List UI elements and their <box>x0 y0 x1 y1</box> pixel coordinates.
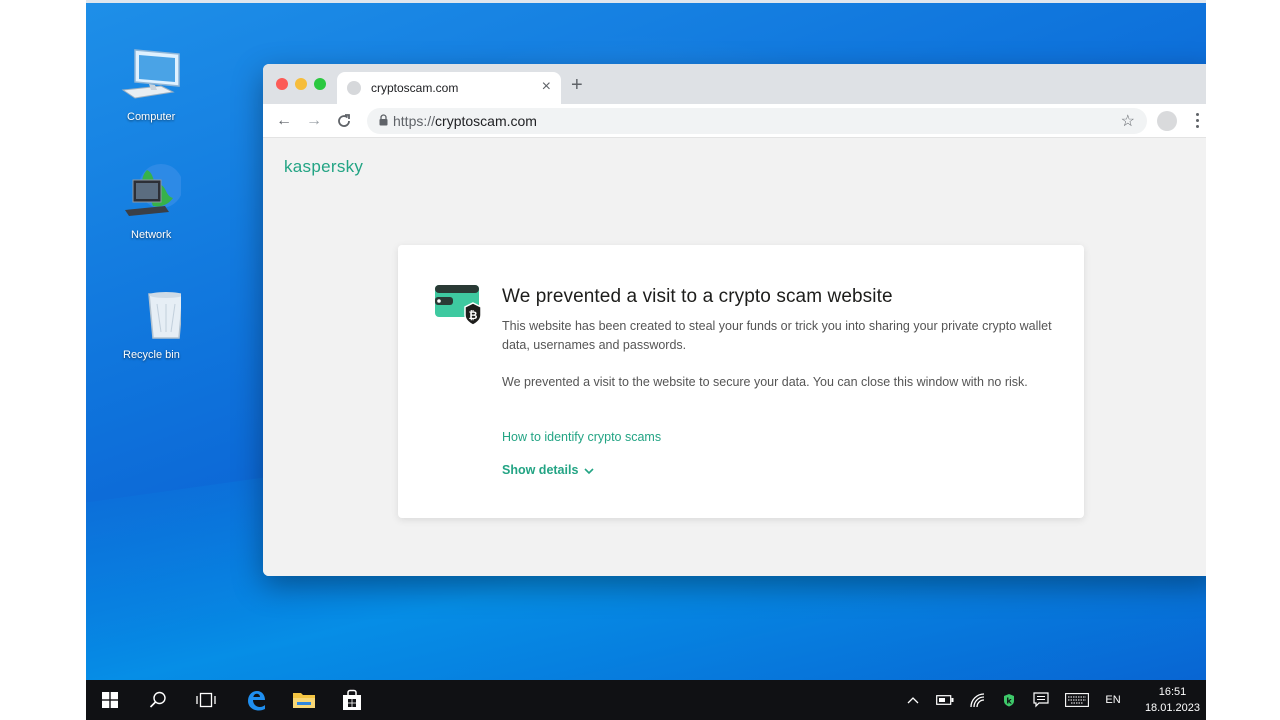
battery-button[interactable] <box>934 680 956 720</box>
window-minimize-button[interactable] <box>295 78 307 90</box>
profile-avatar[interactable] <box>1157 111 1177 131</box>
network-globe-icon <box>125 164 183 216</box>
desktop-icon-label: Computer <box>127 111 176 123</box>
language-indicator[interactable]: EN <box>1101 680 1125 720</box>
svg-text:k: k <box>1006 697 1012 706</box>
kaspersky-tray-button[interactable]: k <box>998 680 1020 720</box>
store-bag-icon <box>343 689 361 710</box>
desktop-icon-label: Network <box>131 229 172 241</box>
start-button[interactable] <box>86 680 134 720</box>
wifi-button[interactable] <box>966 680 988 720</box>
battery-icon <box>936 695 954 705</box>
touch-keyboard-button[interactable] <box>1062 680 1092 720</box>
top-strip <box>86 0 1206 3</box>
address-bar[interactable]: https://cryptoscam.com ☆ <box>367 108 1147 134</box>
chevron-up-icon <box>907 697 919 704</box>
taskbar: k EN 16:51 18.01.2023 <box>86 680 1206 720</box>
forward-button[interactable]: → <box>303 110 325 132</box>
browser-menu-icon[interactable] <box>1191 110 1203 132</box>
task-view-icon <box>196 692 216 708</box>
clock[interactable]: 16:51 18.01.2023 <box>1145 684 1200 716</box>
show-details-label: Show details <box>502 463 579 477</box>
browser-tab[interactable]: cryptoscam.com × <box>337 72 561 104</box>
computer-icon <box>121 49 180 99</box>
window-close-button[interactable] <box>276 78 288 90</box>
bookmark-star-icon[interactable]: ☆ <box>1121 111 1135 131</box>
desktop-icon-label: Recycle bin <box>123 349 180 361</box>
address-host: cryptoscam.com <box>435 113 537 129</box>
search-button[interactable] <box>134 680 182 720</box>
address-text: https://cryptoscam.com <box>393 113 537 129</box>
edge-icon <box>248 691 265 711</box>
desktop-icon-computer[interactable]: Computer <box>105 46 197 123</box>
notification-icon <box>1033 692 1049 708</box>
desktop-icon-network[interactable]: Network <box>105 160 197 241</box>
new-tab-button[interactable]: + <box>571 75 583 95</box>
crypto-wallet-icon: ₿ <box>435 285 482 326</box>
favicon-icon <box>347 81 361 95</box>
chevron-down-icon <box>584 468 594 474</box>
store-button[interactable] <box>328 680 376 720</box>
edge-button[interactable] <box>232 680 280 720</box>
action-center-button[interactable] <box>1030 680 1052 720</box>
warning-paragraph-2: We prevented a visit to the website to s… <box>502 375 1028 389</box>
show-hidden-icons-button[interactable] <box>902 680 924 720</box>
desktop-icon-recycle-bin[interactable]: Recycle bin <box>105 290 197 361</box>
search-icon <box>149 691 166 708</box>
bitcoin-glyph: ₿ <box>469 309 478 322</box>
clock-date: 18.01.2023 <box>1144 702 1200 714</box>
warning-paragraph-1: This website has been created to steal y… <box>502 319 1052 352</box>
desktop: Computer Network Recycle bin cryptoscam.… <box>86 0 1206 720</box>
windows-logo-icon <box>102 692 118 708</box>
page-content: kaspersky ₿ We prevented a visit to a cr… <box>263 139 1206 576</box>
identify-scams-link[interactable]: How to identify crypto scams <box>502 430 661 444</box>
reload-icon <box>338 114 350 127</box>
browser-window: cryptoscam.com × + ← → https://cryptosca… <box>263 64 1206 576</box>
clock-time: 16:51 <box>1158 686 1187 698</box>
tab-bar: cryptoscam.com × + <box>263 64 1206 104</box>
keyboard-icon <box>1065 693 1089 707</box>
address-scheme: https:// <box>393 113 436 129</box>
window-maximize-button[interactable] <box>314 78 326 90</box>
file-explorer-button[interactable] <box>280 680 328 720</box>
task-view-button[interactable] <box>182 680 230 720</box>
folder-icon <box>293 693 315 708</box>
tab-close-icon[interactable]: × <box>542 78 551 96</box>
screen: Computer Network Recycle bin cryptoscam.… <box>0 0 1280 720</box>
browser-toolbar: ← → https://cryptoscam.com ☆ <box>263 104 1206 138</box>
warning-card: ₿ We prevented a visit to a crypto scam … <box>398 245 1084 518</box>
back-button[interactable]: ← <box>273 110 295 132</box>
kaspersky-logo: kaspersky <box>284 157 364 176</box>
warning-title: We prevented a visit to a crypto scam we… <box>502 286 893 307</box>
lock-icon <box>379 114 388 126</box>
show-details-button[interactable]: Show details <box>502 463 594 477</box>
recycle-bin-icon <box>148 292 184 339</box>
kaspersky-shield-icon: k <box>1004 694 1014 707</box>
wifi-icon <box>970 693 985 708</box>
reload-button[interactable] <box>333 110 355 132</box>
tab-title: cryptoscam.com <box>371 81 459 95</box>
